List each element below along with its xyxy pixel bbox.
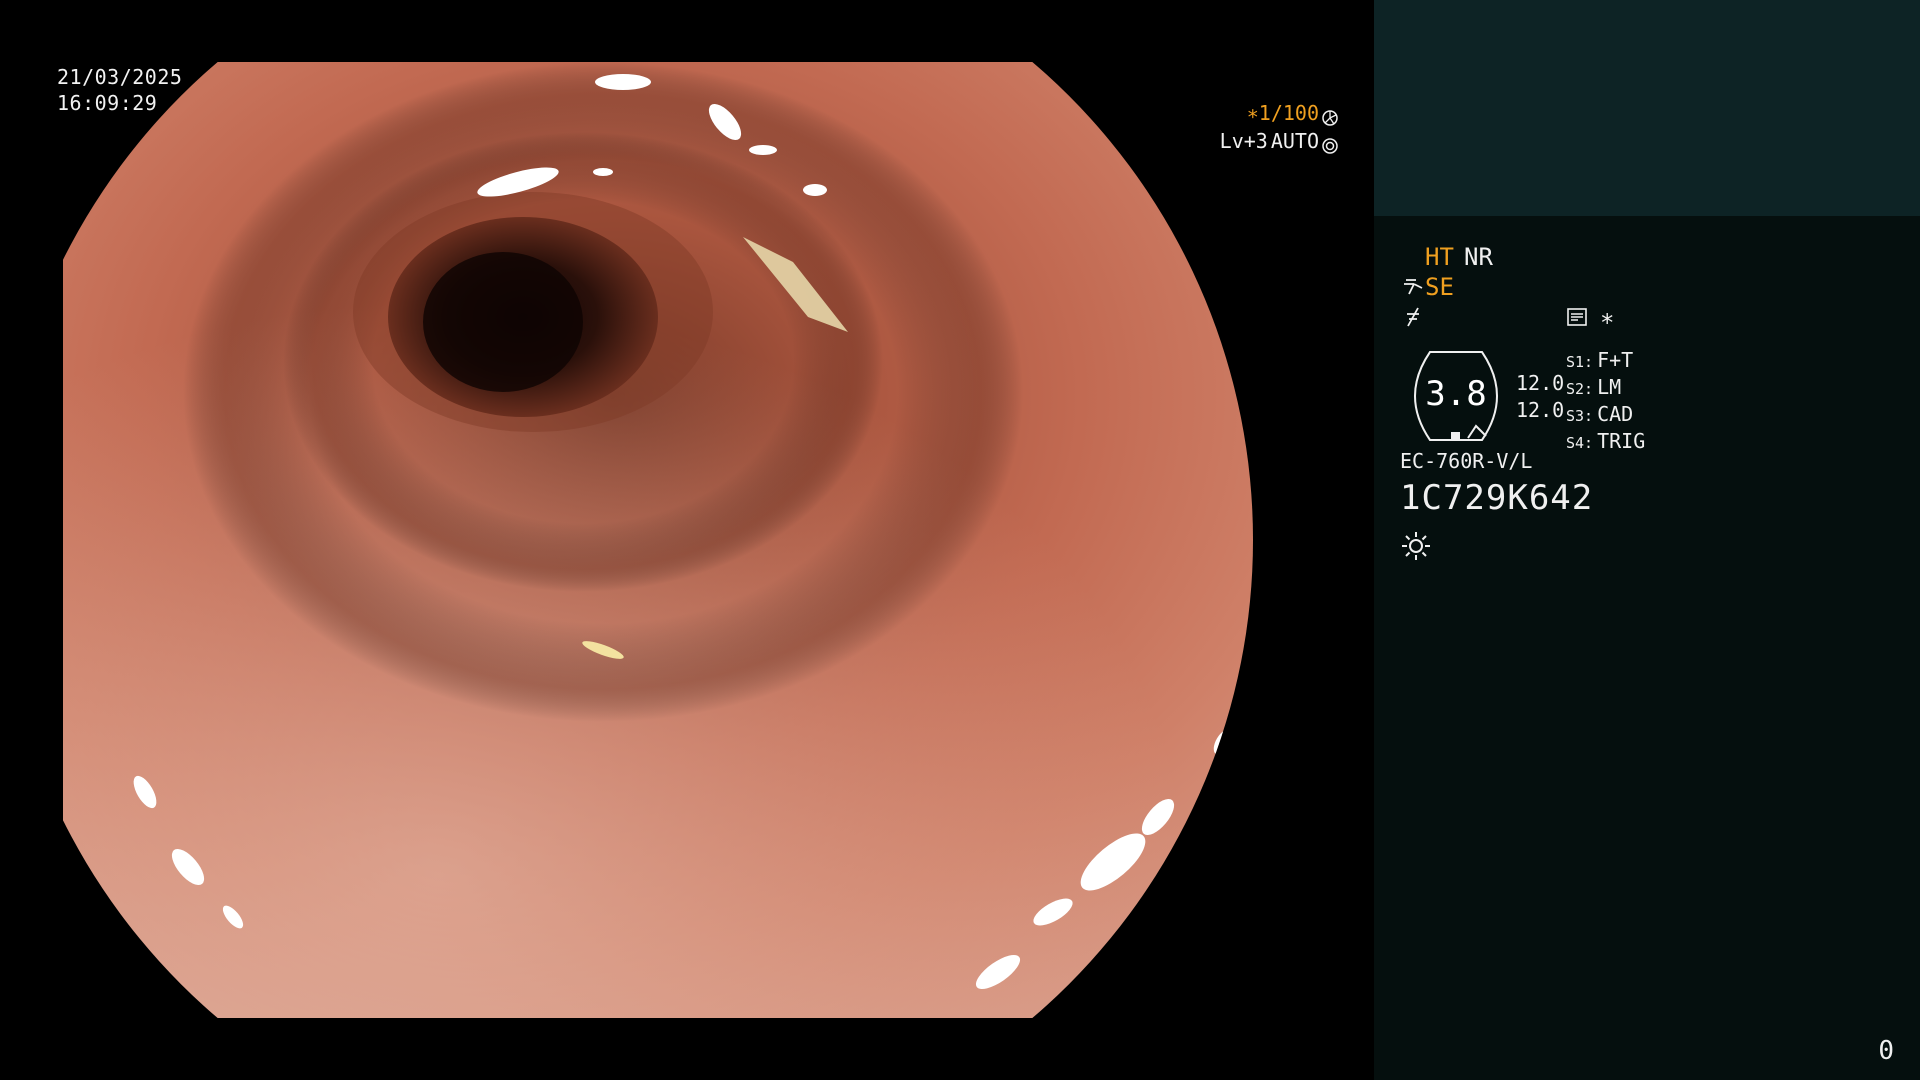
aperture-indicator: 3.8: [1400, 350, 1512, 442]
switch-key: S1:: [1566, 353, 1594, 371]
switch-assignments: S1: F+T S2: LM S3: CAD S4: TRIG: [1566, 348, 1645, 456]
level-text: Lv+3: [1219, 129, 1268, 153]
target-icon: [1322, 133, 1338, 154]
value-2: 12.0: [1516, 398, 1565, 422]
switch-key: S3:: [1566, 407, 1594, 425]
exposure-info: ∗1/100 Lv+3 AUTO: [1220, 99, 1338, 155]
switch-label: F+T: [1597, 348, 1634, 372]
slash-f-icon: [1402, 305, 1426, 329]
value-1: 12.0: [1516, 371, 1565, 395]
date-time-display: 21/03/2025 16:09:29: [57, 64, 182, 116]
side-panel: [1374, 216, 1920, 1080]
scope-serial: 1C729K642: [1400, 478, 1594, 518]
date-text: 21/03/2025: [57, 65, 183, 89]
side-panel-header: [1374, 0, 1920, 216]
endoscope-image: [63, 62, 1313, 1018]
switch-key: S4:: [1566, 434, 1594, 452]
aperture-value: 3.8: [1425, 374, 1487, 414]
switch-s1: S1: F+T: [1566, 348, 1645, 375]
switch-s4: S4: TRIG: [1566, 429, 1645, 456]
sun-icon: [1400, 530, 1432, 562]
switch-label: LM: [1597, 375, 1622, 399]
memo-icon: [1566, 306, 1588, 328]
aperture-wheel-icon: [1322, 105, 1338, 126]
ht-indicator: HT: [1425, 243, 1454, 271]
asterisk-indicator: ∗: [1600, 304, 1615, 332]
se-indicator: SE: [1425, 273, 1454, 301]
switch-label: CAD: [1597, 402, 1634, 426]
switch-s3: S3: CAD: [1566, 402, 1645, 429]
switch-s2: S2: LM: [1566, 375, 1645, 402]
endoscope-viewport: 21/03/2025 16:09:29 ∗1/100 Lv+3 AUTO: [0, 0, 1374, 1080]
mode-text: AUTO: [1270, 129, 1319, 153]
switch-label: TRIG: [1597, 429, 1646, 453]
zoom-values: 12.0 12.0: [1516, 370, 1564, 424]
shutter-speed-text: ∗1/100: [1246, 101, 1319, 125]
switch-key: S2:: [1566, 380, 1594, 398]
nr-indicator: NR: [1464, 243, 1493, 271]
scope-model: EC-760R-V/L: [1400, 449, 1533, 473]
scope-tip-icon: [1402, 274, 1426, 298]
image-counter: 0: [1878, 1036, 1894, 1066]
time-text: 16:09:29: [57, 91, 158, 115]
